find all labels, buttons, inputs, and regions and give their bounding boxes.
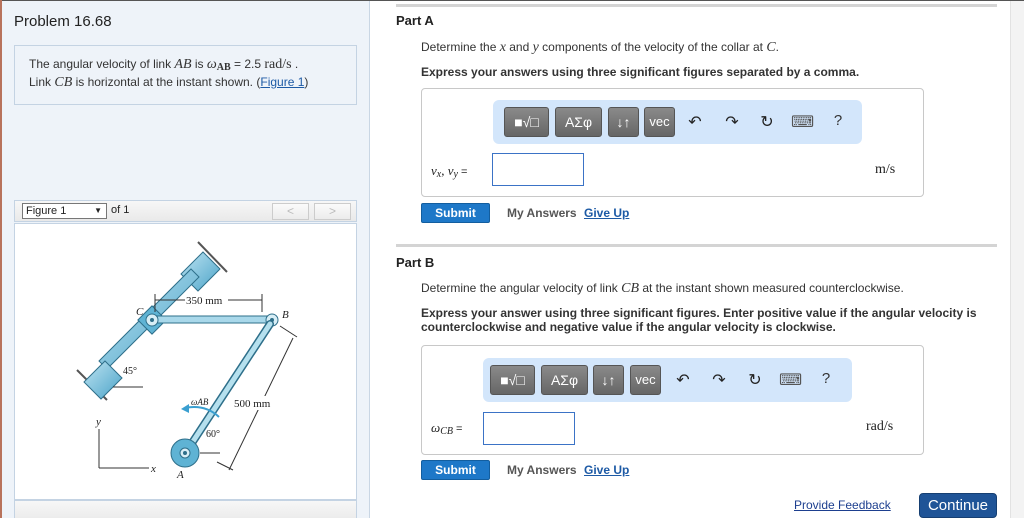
statement-text: ) bbox=[304, 75, 309, 89]
part-a-answer-input[interactable] bbox=[492, 153, 584, 186]
angle-45-label: 45° bbox=[123, 366, 137, 377]
help-icon[interactable]: ? bbox=[816, 370, 836, 387]
part-a-question: Determine the x and y components of the … bbox=[421, 40, 779, 56]
subscript-superscript-button[interactable]: ↓↑ bbox=[593, 365, 624, 395]
point-a-label: A bbox=[176, 469, 184, 481]
question-text: Determine the bbox=[421, 40, 500, 54]
part-b-title: Part B bbox=[396, 255, 435, 270]
figure-toolbar: Figure 1 ▼ of 1 < > bbox=[14, 200, 357, 222]
part-b-math-toolbar: ■√□ ΑΣφ ↓↑ vec ↶ ↷ ↻ ⌨ ? bbox=[483, 358, 852, 402]
redo-icon[interactable]: ↷ bbox=[709, 370, 729, 390]
page-scrollbar[interactable] bbox=[1010, 1, 1024, 518]
figure-link[interactable]: Figure 1 bbox=[260, 75, 304, 89]
point-b-label: B bbox=[282, 309, 289, 321]
reset-icon[interactable]: ↻ bbox=[757, 112, 777, 132]
part-b-unit: rad/s bbox=[866, 419, 894, 434]
dropdown-caret-icon: ▼ bbox=[94, 206, 102, 215]
statement-line-1: The angular velocity of link AB is ωAB =… bbox=[29, 57, 342, 75]
figure-footer bbox=[14, 500, 357, 518]
part-b-divider bbox=[396, 244, 997, 247]
reset-icon[interactable]: ↻ bbox=[745, 370, 765, 390]
statement-line-2: Link CB is horizontal at the instant sho… bbox=[29, 75, 342, 90]
statement-text: The angular velocity of link bbox=[29, 57, 175, 71]
label-sub-cb: CB bbox=[440, 426, 453, 437]
dimension-cb-label: 350 mm bbox=[186, 295, 223, 307]
keyboard-icon[interactable]: ⌨ bbox=[791, 112, 814, 132]
link-cb: CB bbox=[621, 281, 639, 296]
vector-button[interactable]: vec bbox=[630, 365, 661, 395]
part-b-submit-button[interactable]: Submit bbox=[421, 460, 490, 480]
omega-symbol: ω bbox=[206, 57, 217, 72]
figure-count: of 1 bbox=[111, 204, 130, 216]
continue-button[interactable]: Continue bbox=[919, 493, 997, 518]
label-equals: = bbox=[452, 423, 463, 435]
part-b-instruction: Express your answer using three signific… bbox=[421, 306, 977, 334]
part-b-my-answers[interactable]: My Answers bbox=[507, 463, 577, 477]
question-text: components of the velocity of the collar… bbox=[538, 40, 767, 54]
figure-frame: 350 mm 500 mm C B A 45° 60° ωAB y x bbox=[14, 223, 357, 500]
undo-icon[interactable]: ↶ bbox=[673, 370, 693, 390]
part-b-give-up-link[interactable]: Give Up bbox=[584, 463, 629, 477]
templates-button[interactable]: ■√□ bbox=[504, 107, 549, 137]
part-a-answer-box: ■√□ ΑΣφ ↓↑ vec ↶ ↷ ↻ ⌨ ? vx, vy = m/s bbox=[421, 88, 924, 197]
figure-select-value: Figure 1 bbox=[26, 205, 67, 217]
x-axis-label: x bbox=[150, 463, 156, 475]
vector-button[interactable]: vec bbox=[644, 107, 675, 137]
part-b-answer-label: ωCB = bbox=[431, 420, 462, 437]
provide-feedback-link[interactable]: Provide Feedback bbox=[794, 498, 891, 512]
omega-ab-label: ωAB bbox=[191, 397, 209, 407]
question-text: Determine the angular velocity of link bbox=[421, 281, 622, 295]
link-ab-symbol: AB bbox=[174, 57, 192, 72]
question-text: and bbox=[505, 40, 533, 54]
part-b-answer-input[interactable] bbox=[483, 412, 575, 445]
label-omega: ω bbox=[431, 420, 441, 435]
statement-text: is horizontal at the instant shown. ( bbox=[72, 75, 261, 89]
question-text: . bbox=[775, 40, 779, 54]
problem-pane: Problem 16.68 The angular velocity of li… bbox=[2, 1, 370, 518]
part-b-question: Determine the angular velocity of link C… bbox=[421, 281, 904, 297]
omega-value: = 2.5 bbox=[230, 57, 265, 71]
part-a-math-toolbar: ■√□ ΑΣφ ↓↑ vec ↶ ↷ ↻ ⌨ ? bbox=[493, 100, 862, 144]
problem-statement: The angular velocity of link AB is ωAB =… bbox=[14, 45, 357, 105]
part-a-unit: m/s bbox=[875, 162, 896, 177]
y-axis-label: y bbox=[95, 416, 101, 428]
part-a-divider bbox=[396, 4, 997, 7]
label-equals: = bbox=[457, 166, 468, 178]
dimension-ab-label: 500 mm bbox=[234, 398, 271, 410]
previous-figure-button[interactable]: < bbox=[272, 203, 309, 220]
omega-subscript: AB bbox=[216, 62, 231, 73]
question-text: at the instant shown measured counterclo… bbox=[639, 281, 904, 295]
greek-symbols-button[interactable]: ΑΣφ bbox=[541, 365, 588, 395]
templates-button[interactable]: ■√□ bbox=[490, 365, 535, 395]
subscript-superscript-button[interactable]: ↓↑ bbox=[608, 107, 639, 137]
part-b-answer-box: ■√□ ΑΣφ ↓↑ vec ↶ ↷ ↻ ⌨ ? ωCB = rad/s bbox=[421, 345, 924, 455]
part-a-submit-button[interactable]: Submit bbox=[421, 203, 490, 223]
omega-unit: rad/s bbox=[264, 57, 292, 72]
next-figure-button[interactable]: > bbox=[314, 203, 351, 220]
part-a-answer-label: vx, vy = bbox=[431, 163, 467, 180]
greek-symbols-button[interactable]: ΑΣφ bbox=[555, 107, 602, 137]
mechanism-figure: 350 mm 500 mm C B A 45° 60° ωAB y x bbox=[76, 241, 298, 481]
part-a-give-up-link[interactable]: Give Up bbox=[584, 206, 629, 220]
redo-icon[interactable]: ↷ bbox=[722, 112, 742, 132]
link-cb bbox=[151, 315, 273, 324]
statement-text: . bbox=[291, 57, 299, 71]
angle-60-label: 60° bbox=[206, 429, 220, 440]
point-c: C bbox=[766, 40, 776, 55]
statement-text: is bbox=[191, 57, 207, 71]
link-cb-symbol: CB bbox=[54, 75, 73, 90]
part-a-my-answers[interactable]: My Answers bbox=[507, 206, 577, 220]
help-icon[interactable]: ? bbox=[828, 112, 848, 129]
keyboard-icon[interactable]: ⌨ bbox=[779, 370, 802, 390]
statement-text: Link bbox=[29, 75, 55, 89]
problem-title: Problem 16.68 bbox=[14, 13, 112, 30]
figure-select[interactable]: Figure 1 ▼ bbox=[22, 203, 107, 219]
part-a-title: Part A bbox=[396, 13, 434, 28]
part-a-instruction: Express your answers using three signifi… bbox=[421, 65, 860, 79]
point-c-label: C bbox=[136, 306, 144, 318]
undo-icon[interactable]: ↶ bbox=[685, 112, 705, 132]
